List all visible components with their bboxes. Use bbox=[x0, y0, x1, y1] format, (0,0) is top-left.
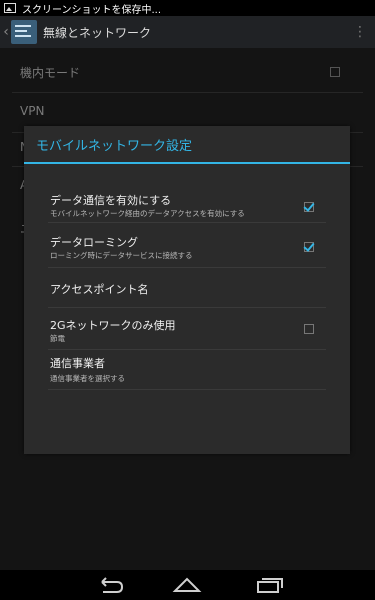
data-roaming-checkbox[interactable] bbox=[304, 242, 314, 252]
option-data-enabled[interactable]: データ通信を有効にする モバイルネットワーク経由のデータアクセスを有効にする bbox=[48, 182, 326, 223]
back-caret-icon[interactable]: ‹ bbox=[1, 24, 11, 40]
option-access-point-names[interactable]: アクセスポイント名 bbox=[48, 267, 326, 308]
option-summary: 通信事業者を選択する bbox=[50, 374, 125, 383]
option-summary: 節電 bbox=[50, 334, 65, 343]
screenshot-icon bbox=[4, 3, 16, 13]
option-data-roaming[interactable]: データローミング ローミング時にデータサービスに接続する bbox=[48, 222, 326, 268]
airplane-mode-checkbox[interactable] bbox=[330, 67, 340, 77]
navigation-bar bbox=[0, 570, 375, 600]
setting-vpn[interactable]: VPN bbox=[20, 104, 44, 118]
option-label: 通信事業者 bbox=[50, 357, 105, 370]
option-label: アクセスポイント名 bbox=[50, 283, 149, 296]
option-summary: ローミング時にデータサービスに接続する bbox=[50, 251, 193, 260]
option-label: 2Gネットワークのみ使用 bbox=[50, 319, 176, 332]
data-enabled-checkbox[interactable] bbox=[304, 202, 314, 212]
option-label: データローミング bbox=[50, 236, 138, 249]
option-summary: モバイルネットワーク経由のデータアクセスを有効にする bbox=[50, 209, 245, 218]
action-bar: ‹ 無線とネットワーク ⋮ bbox=[0, 16, 375, 48]
overflow-menu-icon[interactable]: ⋮ bbox=[351, 25, 369, 39]
page-title: 無線とネットワーク bbox=[43, 25, 152, 40]
home-icon[interactable] bbox=[172, 576, 202, 594]
option-2g-only[interactable]: 2Gネットワークのみ使用 節電 bbox=[48, 307, 326, 350]
divider bbox=[12, 92, 363, 93]
recent-apps-icon[interactable] bbox=[254, 576, 284, 594]
option-network-operators[interactable]: 通信事業者 通信事業者を選択する bbox=[48, 349, 326, 390]
setting-airplane-mode[interactable]: 機内モード bbox=[20, 64, 80, 81]
dialog-title: モバイルネットワーク設定 bbox=[24, 126, 350, 164]
back-icon[interactable] bbox=[93, 576, 123, 594]
option-label: データ通信を有効にする bbox=[50, 194, 172, 207]
mobile-network-settings-dialog: モバイルネットワーク設定 データ通信を有効にする モバイルネットワーク経由のデー… bbox=[24, 126, 350, 454]
status-notification-text: スクリーンショットを保存中... bbox=[22, 4, 162, 16]
settings-app-icon[interactable] bbox=[11, 20, 37, 44]
status-bar: スクリーンショットを保存中... bbox=[0, 0, 375, 16]
2g-only-checkbox[interactable] bbox=[304, 324, 314, 334]
